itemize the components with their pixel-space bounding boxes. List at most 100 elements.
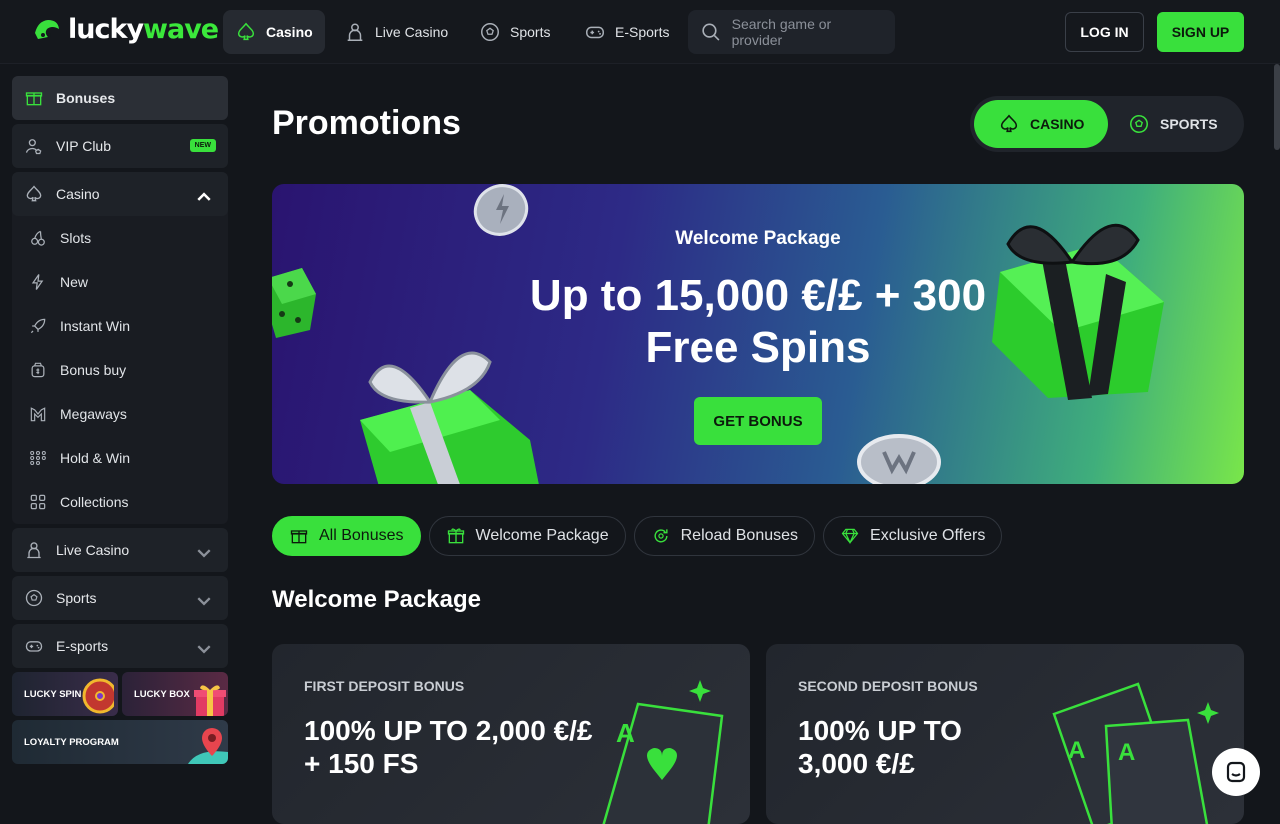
sidebar-item-live-casino[interactable]: Live Casino: [12, 528, 228, 572]
topnav-sports[interactable]: Sports: [467, 10, 562, 54]
money-bag-icon: [31, 362, 45, 378]
page-scrollbar[interactable]: [1274, 64, 1280, 150]
welcome-banner: Welcome Package Up to 15,000 €/£ + 300 F…: [272, 184, 1244, 484]
chat-button[interactable]: [1212, 748, 1260, 796]
lucky-spin-tile[interactable]: LUCKY SPIN: [12, 672, 118, 716]
coin-bottom-icon: [857, 434, 941, 484]
sidebar-sub-label: Slots: [60, 230, 92, 246]
filter-welcome-package[interactable]: Welcome Package: [428, 516, 626, 556]
sidebar-sub-hold-win[interactable]: Hold & Win: [12, 436, 228, 480]
topnav-casino[interactable]: Casino: [223, 10, 325, 54]
logo-icon: [35, 19, 59, 39]
tile-label: LOYALTY PROGRAM: [24, 736, 119, 748]
new-badge: NEW: [189, 139, 216, 152]
spade-icon: [1000, 114, 1018, 133]
sidebar-sub-slots[interactable]: Slots: [12, 216, 228, 260]
toggle-casino[interactable]: CASINO: [974, 100, 1109, 148]
banner-headline: Up to 15,000 €/£ + 300 Free Spins: [272, 270, 1244, 374]
megaways-icon: [30, 407, 46, 422]
sidebar-item-label: Live Casino: [56, 542, 130, 558]
chevron-up-icon[interactable]: [194, 187, 214, 207]
reload-icon: [654, 529, 668, 543]
sidebar-sub-label: Hold & Win: [60, 450, 131, 466]
sidebar-sub-bonus-buy[interactable]: Bonus buy: [12, 348, 228, 392]
topnav-live-casino[interactable]: Live Casino: [332, 10, 460, 54]
gift-box-icon: [194, 685, 226, 716]
rocket-icon: [30, 318, 46, 334]
dots-grid-icon: [30, 450, 46, 466]
sidebar-item-bonuses[interactable]: Bonuses: [12, 76, 228, 120]
gamepad-icon: [25, 641, 43, 652]
filter-all-bonuses[interactable]: All Bonuses: [272, 516, 421, 556]
svg-text:A: A: [1068, 737, 1085, 764]
cherries-icon: [31, 230, 45, 246]
card-title-line1: 100% UP TO 2,000 €/£: [304, 715, 593, 746]
wheel-icon: [82, 678, 114, 714]
sidebar-sub-collections[interactable]: Collections: [12, 480, 228, 524]
vip-user-icon: [25, 139, 42, 155]
get-bonus-button[interactable]: GET BONUS: [694, 397, 822, 445]
login-button[interactable]: LOG IN: [1065, 12, 1144, 52]
playing-cards-icon: A: [602, 680, 724, 824]
banner-headline-line1: Up to 15,000 €/£ + 300: [529, 271, 987, 320]
card-label: FIRST DEPOSIT BONUS: [304, 678, 465, 694]
sidebar-item-label: Bonuses: [56, 90, 116, 106]
filter-reload-bonuses[interactable]: Reload Bonuses: [633, 516, 816, 556]
card-title-line2: + 150 FS: [304, 748, 419, 779]
chevron-down-icon[interactable]: [194, 591, 214, 611]
bonus-card-first-deposit[interactable]: A FIRST DEPOSIT BONUS 100% UP TO 2,000 €…: [272, 644, 750, 824]
svg-text:A: A: [1118, 739, 1135, 766]
sidebar-sub-label: Bonus buy: [60, 362, 127, 378]
search-box[interactable]: Search game or provider: [688, 10, 895, 54]
bonus-card-second-deposit[interactable]: A A SECOND DEPOSIT BONUS 100% UP TO 3,00…: [766, 644, 1244, 824]
search-input[interactable]: Search game or provider: [732, 16, 883, 48]
gift-icon: [25, 92, 43, 106]
dealer-icon: [27, 542, 41, 559]
sidebar-item-esports[interactable]: E-sports: [12, 624, 228, 668]
spade-icon: [26, 185, 42, 202]
topnav-esports[interactable]: E-Sports: [572, 10, 681, 54]
logo[interactable]: luckywave: [32, 14, 219, 45]
map-pin-icon: [188, 728, 228, 764]
banner-subtitle: Welcome Package: [675, 228, 841, 249]
sidebar: Bonuses VIP Club NEW Casino Slots New In…: [12, 76, 228, 764]
section-title: Welcome Package: [272, 586, 482, 613]
logo-text: luckywave: [68, 14, 219, 45]
sidebar-sub-megaways[interactable]: Megaways: [12, 392, 228, 436]
sidebar-item-sports[interactable]: Sports: [12, 576, 228, 620]
sidebar-item-label: VIP Club: [56, 138, 111, 154]
gift-icon: [290, 530, 308, 544]
soccer-ball-icon: [25, 589, 43, 607]
svg-text:A: A: [616, 718, 635, 748]
sidebar-sub-instant-win[interactable]: Instant Win: [12, 304, 228, 348]
chevron-down-icon[interactable]: [194, 543, 214, 563]
search-icon: [702, 23, 720, 41]
card-title: 100% UP TO 2,000 €/£ + 150 FS: [304, 714, 593, 780]
grid-icon: [30, 494, 46, 510]
sidebar-sub-label: Megaways: [60, 406, 127, 422]
tile-label: LUCKY BOX: [134, 688, 190, 700]
sidebar-item-casino[interactable]: Casino: [12, 172, 228, 216]
filter-exclusive-offers[interactable]: Exclusive Offers: [823, 516, 1003, 556]
signup-button[interactable]: SIGN UP: [1157, 12, 1244, 52]
loyalty-program-tile[interactable]: LOYALTY PROGRAM: [12, 720, 228, 764]
chat-icon: [1226, 761, 1246, 783]
toggle-sports[interactable]: SPORTS: [1104, 100, 1242, 148]
chevron-down-icon[interactable]: [194, 639, 214, 659]
sidebar-item-vip[interactable]: VIP Club NEW: [12, 124, 228, 168]
card-label: SECOND DEPOSIT BONUS: [798, 678, 978, 694]
soccer-ball-icon: [1129, 114, 1149, 134]
lucky-box-tile[interactable]: LUCKY BOX: [122, 672, 228, 716]
bonus-filter-chips: All Bonuses Welcome Package Reload Bonus…: [272, 516, 1003, 556]
sidebar-item-label: Casino: [56, 186, 100, 202]
lightning-icon: [31, 274, 44, 290]
spade-icon: [237, 22, 255, 41]
sidebar-sub-new[interactable]: New: [12, 260, 228, 304]
sidebar-sub-label: Instant Win: [60, 318, 131, 334]
sidebar-item-label: E-sports: [56, 638, 109, 654]
banner-headline-line2: Free Spins: [645, 323, 871, 372]
card-title-line1: 100% UP TO: [798, 715, 962, 746]
gift-box-icon: [447, 528, 464, 544]
casino-sports-toggle: CASINO SPORTS: [970, 96, 1244, 152]
soccer-ball-icon: [481, 23, 499, 41]
